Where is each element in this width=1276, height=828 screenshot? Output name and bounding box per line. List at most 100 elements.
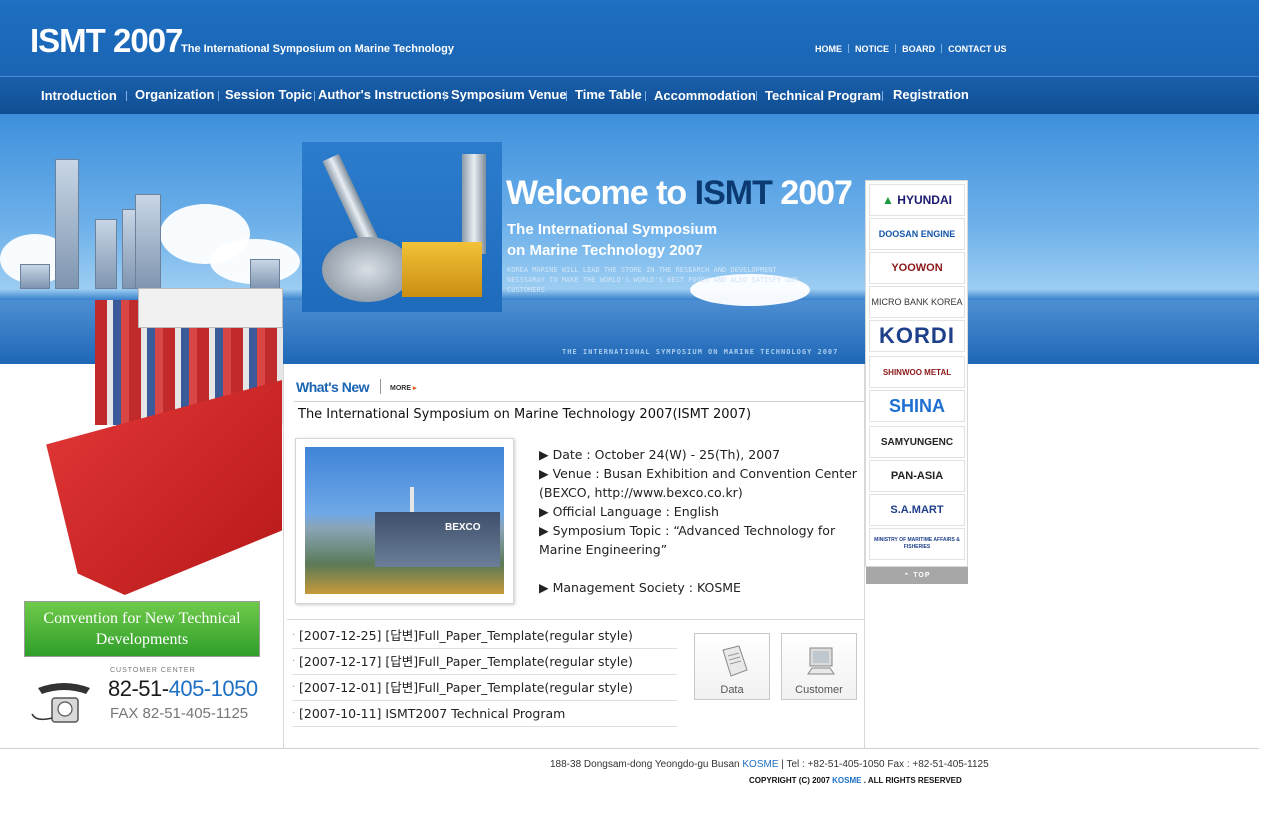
phone-prefix: 82-51- — [108, 676, 169, 701]
copyright-org: KOSME — [832, 776, 862, 785]
nav-separator — [882, 91, 883, 101]
detail-date: ▶ Date : October 24(W) - 25(Th), 2007 — [539, 447, 781, 462]
nav-registration[interactable]: Registration — [893, 87, 969, 102]
welcome-suffix: 2007 — [771, 174, 853, 212]
document-icon — [722, 645, 748, 677]
more-link[interactable]: MORE ▸ — [390, 384, 416, 392]
telephone-icon — [31, 683, 90, 723]
detail-venue: ▶ Venue : Busan Exhibition and Conventio… — [539, 466, 857, 500]
sponsor-hyundai[interactable]: ▲ HYUNDAI — [869, 184, 965, 216]
chevron-up-icon: ⌃ — [903, 572, 911, 580]
sponsor-panasia[interactable]: PAN-ASIA — [869, 460, 965, 492]
sponsor-doosan[interactable]: DOOSAN ENGINE — [869, 218, 965, 250]
top-link-home[interactable]: HOME — [815, 44, 842, 54]
nav-separator — [218, 91, 219, 101]
site-logo[interactable]: ISMT 2007 — [30, 22, 183, 60]
sponsor-samyung[interactable]: SAMYUNGENC — [869, 426, 965, 458]
skyline-building — [135, 194, 161, 289]
phone-suffix: 405-1050 — [168, 676, 258, 701]
sponsor-yoowon[interactable]: YOOWON — [869, 252, 965, 284]
banner-caption: THE INTERNATIONAL SYMPOSIUM ON MARINE TE… — [562, 348, 839, 356]
venue-photo: BEXCO — [305, 447, 504, 594]
computer-icon — [807, 647, 835, 675]
sponsor-kordi[interactable]: KORDI — [869, 320, 965, 352]
sponsor-microbank[interactable]: MICRO BANK KOREA — [869, 286, 965, 318]
customer-button[interactable]: Customer — [781, 633, 857, 700]
welcome-line-2: on Marine Technology 2007 — [507, 242, 703, 259]
nav-authors-instructions[interactable]: Author's Instructions — [318, 87, 449, 102]
site-subtitle: The International Symposium on Marine Te… — [181, 43, 454, 55]
top-link-separator: | — [894, 44, 898, 54]
list-item[interactable]: [2007-12-01] [답변]Full_Paper_Template(reg… — [292, 675, 677, 701]
sponsor-ministry[interactable]: MINISTRY OF MARITIME AFFAIRS & FISHERIES — [869, 528, 965, 560]
footer-copyright: COPYRIGHT (C) 2007 KOSME . ALL RIGHTS RE… — [749, 776, 962, 785]
sponsor-shinwoo[interactable]: SHINWOO METAL — [869, 356, 965, 388]
skyline-building — [55, 159, 79, 289]
board-list: [2007-12-25] [답변]Full_Paper_Template(reg… — [292, 623, 677, 727]
nav-session-topic[interactable]: Session Topic — [225, 87, 312, 102]
top-label: TOP — [913, 572, 931, 579]
footer-address: 188-38 Dongsam-dong Yeongdo-gu Busan KOS… — [550, 759, 989, 770]
equipment-pipe — [462, 154, 486, 254]
copyright-suffix: . ALL RIGHTS RESERVED — [861, 776, 962, 785]
list-item[interactable]: [2007-12-17] [답변]Full_Paper_Template(reg… — [292, 649, 677, 675]
sponsor-label: HYUNDAI — [897, 193, 952, 207]
welcome-highlight: ISMT — [694, 174, 773, 212]
data-button[interactable]: Data — [694, 633, 770, 700]
sponsor-samart[interactable]: S.A.MART — [869, 494, 965, 526]
top-link-board[interactable]: BOARD — [902, 44, 935, 54]
heading-divider — [380, 379, 381, 394]
nav-separator — [314, 91, 315, 101]
customer-phone: 82-51-405-1050 — [108, 676, 258, 702]
skyline-building — [95, 219, 117, 289]
more-label: MORE — [390, 385, 411, 392]
main-nav: Introduction Organization Session Topic … — [0, 76, 1259, 114]
customer-button-label: Customer — [795, 684, 843, 696]
nav-organization[interactable]: Organization — [135, 87, 214, 102]
symposium-details: ▶ Date : October 24(W) - 25(Th), 2007 ▶ … — [539, 445, 867, 597]
photo-sign: BEXCO — [445, 522, 481, 533]
top-links: HOME | NOTICE | BOARD | CONTACT US — [815, 44, 1007, 54]
nav-separator — [566, 91, 567, 101]
section-divider — [287, 619, 865, 620]
customer-fax: FAX 82-51-405-1125 — [110, 705, 249, 722]
address-text: 188-38 Dongsam-dong Yeongdo-gu Busan — [550, 759, 743, 770]
nav-accommodation[interactable]: Accommodation — [654, 88, 756, 103]
whats-new-heading: What's New — [296, 379, 370, 395]
ship-bridge — [138, 288, 283, 328]
section-divider — [294, 401, 864, 402]
top-link-separator: | — [940, 44, 944, 54]
top-link-contact[interactable]: CONTACT US — [948, 44, 1006, 54]
welcome-heading: Welcome to ISMT 2007 — [506, 174, 853, 213]
top-link-separator: | — [847, 44, 851, 54]
sponsor-shina[interactable]: SHINA — [869, 390, 965, 422]
detail-spacer — [539, 559, 867, 578]
triangle-icon: ▲ — [882, 193, 894, 207]
detail-management: ▶ Management Society : KOSME — [539, 580, 741, 595]
back-to-top-button[interactable]: ⌃ TOP — [866, 567, 968, 584]
welcome-subheading: The International Symposium on Marine Te… — [507, 219, 767, 261]
top-link-notice[interactable]: NOTICE — [855, 44, 889, 54]
footer-divider — [0, 748, 1259, 749]
list-item[interactable]: [2007-10-11] ISMT2007 Technical Program — [292, 701, 677, 727]
banner-tagline: KOREA MARINE WILL LEAD THE STORE IN THE … — [507, 266, 798, 294]
copyright-text: COPYRIGHT (C) 2007 — [749, 776, 833, 785]
sponsor-list: ▲ HYUNDAI DOOSAN ENGINE YOOWON MICRO BAN… — [865, 180, 968, 567]
nav-symposium-venue[interactable]: Symposium Venue — [451, 87, 567, 102]
nav-introduction[interactable]: Introduction — [41, 88, 117, 103]
detail-language: ▶ Official Language : English — [539, 504, 719, 519]
skyline-building — [250, 259, 280, 289]
skyline-building — [20, 264, 50, 289]
photo-building — [375, 512, 500, 567]
equipment-blower — [322, 237, 412, 302]
customer-center-label: CUSTOMER CENTER — [110, 667, 196, 674]
list-item[interactable]: [2007-12-25] [답변]Full_Paper_Template(reg… — [292, 623, 677, 649]
address-contact: | Tel : +82-51-405-1050 Fax : +82-51-405… — [778, 759, 989, 770]
nav-technical-program[interactable]: Technical Program — [765, 88, 881, 103]
convention-banner[interactable]: Convention for New Technical Development… — [24, 601, 260, 657]
nav-separator — [756, 91, 757, 101]
column-divider — [283, 364, 284, 748]
news-title[interactable]: The International Symposium on Marine Te… — [298, 407, 751, 422]
nav-time-table[interactable]: Time Table — [575, 87, 642, 102]
arrow-right-icon: ▸ — [412, 385, 417, 392]
